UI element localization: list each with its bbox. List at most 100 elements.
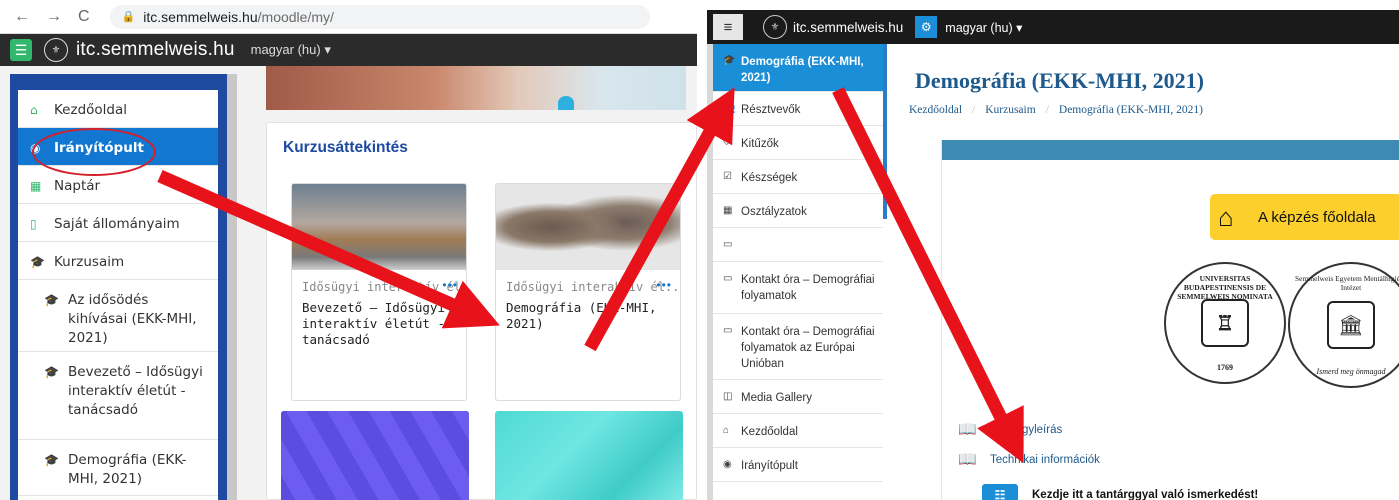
sidebar-item-label: Osztályzatok — [741, 206, 807, 218]
back-icon[interactable]: ← — [14, 8, 30, 26]
graduation-cap-icon: 🎓 — [44, 365, 59, 379]
course-overview-card: Kurzusáttekintés Idősügyi interaktív él.… — [266, 122, 697, 500]
breadcrumb: Kezdőoldal / Kurzusaim / Demográfia (EKK-MHI… — [909, 104, 1203, 116]
highlight-circle — [32, 128, 156, 176]
menu-toggle-icon[interactable]: ≡ — [713, 14, 743, 40]
sidebar-item-label: Kontakt óra – Demográfiai folyamatok — [741, 274, 875, 302]
sidebar-item-label: Kitűzők — [741, 138, 779, 150]
course-image — [292, 184, 466, 270]
sidebar-item-bevezeto-idosugyi-interaktiv-eletut-tana[interactable]: 🎓 Bevezető – Idősügyi interaktív életút -… — [18, 352, 218, 440]
menu-toggle-icon[interactable]: ☰ — [10, 39, 32, 61]
sidebar-item-label: Naptár — [54, 178, 101, 194]
browser-toolbar: ← → C 🔒 itc.semmelweis.hu/moodle/my/ — [0, 0, 697, 34]
nav-drawer-list: 🎓 Demográfia (EKK-MHI, 2021) 👥 Résztvevők ⛉ K… — [713, 44, 883, 500]
address-bar[interactable]: 🔒 itc.semmelweis.hu/moodle/my/ — [109, 4, 650, 29]
language-selector[interactable]: magyar (hu) ▾ — [251, 42, 331, 58]
sidebar-item-label: Kontakt óra – Demográfiai folyamatok az … — [741, 326, 875, 370]
course-tile[interactable]: Idősügyi interaktív él... ••• Demográfia… — [495, 183, 681, 401]
sidebar-item-resztvevok[interactable]: 👥 Résztvevők — [713, 92, 883, 126]
url-path: /moodle/my/ — [257, 8, 334, 25]
more-options-icon[interactable]: ••• — [442, 278, 458, 292]
sidebar-item-kituzok[interactable]: ⛉ Kitűzők — [713, 126, 883, 160]
home-icon: ⌂ — [723, 425, 730, 436]
site-name[interactable]: itc.semmelweis.hu — [793, 20, 903, 35]
moodle-navbar: ≡ ⚜ itc.semmelweis.hu ⚙ magyar (hu) ▾ — [707, 10, 1399, 44]
course-link-technical-info[interactable]: 📖 Technikai információk — [958, 452, 1100, 468]
sidebar-item-demografia-ekk-mhi-2021[interactable]: 🎓 Demográfia (EKK-MHI, 2021) — [18, 440, 218, 496]
university-seal-image: UNIVERSITAS BUDAPESTINENSIS DE SEMMELWEI… — [1164, 262, 1286, 384]
course-content-panel: ⌂ A képzés főoldala UNIVERSITAS BUDAPEST… — [941, 140, 1399, 500]
institute-seal-image: Semmelweis Egyetem Mentálhigiéné Intézet… — [1288, 262, 1399, 388]
intro-note[interactable]: ☷ Kezdje itt a tantárggyal való ismerked… — [982, 484, 1258, 500]
sidebar-item-demografia-ekk-mhi-2021[interactable]: 🎓 Demográfia (EKK-MHI, 2021) — [713, 44, 883, 92]
left-screenshot: ← → C 🔒 itc.semmelweis.hu/moodle/my/ ☰ ⚜… — [0, 0, 697, 500]
sidebar-item-sajat-allomanyaim[interactable]: ▯ Saját állományaim — [18, 204, 218, 242]
sidebar-item-label: Kezdőoldal — [54, 102, 128, 118]
graduation-cap-icon: 🎓 — [44, 453, 59, 467]
sidebar-item-label: Kezdőoldal — [741, 426, 798, 438]
course-link-syllabus[interactable]: 📖 Tantárgyleírás — [958, 422, 1062, 438]
nav-drawer: 🎓 Demográfia (EKK-MHI, 2021) 👥 Résztvevők ⛉ K… — [707, 44, 883, 500]
gallery-icon: ◫ — [723, 391, 733, 402]
sidebar-item-kezdooldal[interactable]: ⌂ Kezdőoldal — [713, 414, 883, 448]
university-logo-icon[interactable]: ⚜ — [763, 15, 787, 39]
home-icon: ⌂ — [30, 103, 38, 117]
breadcrumb-item[interactable]: Kezdőoldal — [909, 104, 962, 116]
sidebar-item-kontakt-ora-demografiai-folyamatok[interactable]: ▭ Kontakt óra – Demográfiai folyamatok — [713, 262, 883, 314]
sidebar-item-kezdooldal[interactable]: ⌂ Kezdőoldal — [18, 90, 218, 128]
right-screenshot: ≡ ⚜ itc.semmelweis.hu ⚙ magyar (hu) ▾ 🎓 D… — [707, 0, 1399, 500]
course-home-button[interactable]: ⌂ A képzés főoldala — [1210, 194, 1399, 240]
breadcrumb-item[interactable]: Demográfia (EKK-MHI, 2021) — [1059, 104, 1203, 116]
course-tile[interactable] — [495, 411, 683, 500]
site-name[interactable]: itc.semmelweis.hu — [76, 39, 235, 61]
reload-icon[interactable]: C — [78, 8, 90, 26]
sidebar-item-label: Saját állományaim — [54, 216, 180, 232]
sidebar-item-label: Demográfia (EKK-MHI, 2021) — [68, 452, 187, 487]
hero-image — [266, 66, 686, 110]
drawer-scrollbar[interactable] — [883, 44, 887, 219]
language-selector[interactable]: magyar (hu) ▾ — [945, 20, 1022, 35]
course-image — [281, 411, 469, 500]
course-category: Idősügyi interaktív él... — [506, 280, 681, 294]
users-icon: 👥 — [723, 103, 736, 114]
more-options-icon[interactable]: ••• — [656, 278, 672, 292]
course-name[interactable]: Bevezető – Idősügyi interaktív életút - … — [302, 300, 462, 348]
breadcrumb-item[interactable]: Kurzusaim — [985, 104, 1035, 116]
badge-icon: ⛉ — [723, 137, 731, 148]
sidebar-item-az-idosodes-kihivasai-ekk-mhi-2021[interactable]: 🎓 Az idősödés kihívásai (EKK-MHI, 2021) — [18, 280, 218, 352]
sidebar-item-label: Bevezető – Idősügyi interaktív életút - … — [68, 364, 203, 418]
sidebar-item-keszsegek[interactable]: ☑ Készségek — [713, 160, 883, 194]
gear-icon[interactable]: ⚙ — [915, 16, 938, 38]
sidebar-item-kontakt-ora-demografiai-folyamatok-az-eu[interactable]: ▭ Kontakt óra – Demográfiai folyamatok az… — [713, 314, 883, 380]
lock-icon: 🔒 — [121, 11, 136, 23]
graduation-cap-icon: 🎓 — [30, 255, 45, 269]
forward-icon[interactable]: → — [46, 8, 62, 26]
url-host: itc.semmelweis.hu — [143, 8, 258, 25]
drawer-scrollbar[interactable] — [227, 74, 237, 500]
graduation-cap-icon: 🎓 — [44, 293, 59, 307]
sidebar-item-label: Az idősödés kihívásai (EKK-MHI, 2021) — [68, 292, 197, 346]
sidebar-item-osztalyzatok[interactable]: ▦ Osztályzatok — [713, 194, 883, 228]
presentation-icon: ☷ — [982, 484, 1018, 500]
course-image — [495, 411, 683, 500]
sidebar-item-label: Készségek — [741, 172, 798, 184]
course-name[interactable]: Demográfia (EKK-MHI, 2021) — [506, 300, 666, 332]
course-image — [496, 184, 680, 270]
course-tile[interactable]: Idősügyi interaktív él... ••• Bevezető –… — [291, 183, 467, 401]
book-icon: 📖 — [958, 421, 977, 438]
table-icon: ▦ — [723, 205, 733, 216]
sidebar-item-empty[interactable]: ▭ — [713, 228, 883, 262]
book-icon: 📖 — [958, 451, 977, 468]
page-title: Demográfia (EKK-MHI, 2021) — [915, 68, 1204, 93]
sidebar-item-label: Media Gallery — [741, 392, 812, 404]
sidebar-item-media-gallery[interactable]: ◫ Media Gallery — [713, 380, 883, 414]
file-icon: ▯ — [30, 217, 37, 231]
course-tile[interactable] — [281, 411, 469, 500]
course-overview-title: Kurzusáttekintés — [283, 139, 408, 156]
panel-header-bar — [942, 140, 1399, 160]
sidebar-item-kurzusaim[interactable]: 🎓 Kurzusaim — [18, 242, 218, 280]
sidebar-item-label: Irányítópult — [741, 460, 798, 472]
university-logo-icon[interactable]: ⚜ — [44, 38, 68, 62]
graduation-cap-icon: 🎓 — [723, 55, 736, 66]
sidebar-item-iranyitopult[interactable]: ◉ Irányítópult — [713, 448, 883, 482]
